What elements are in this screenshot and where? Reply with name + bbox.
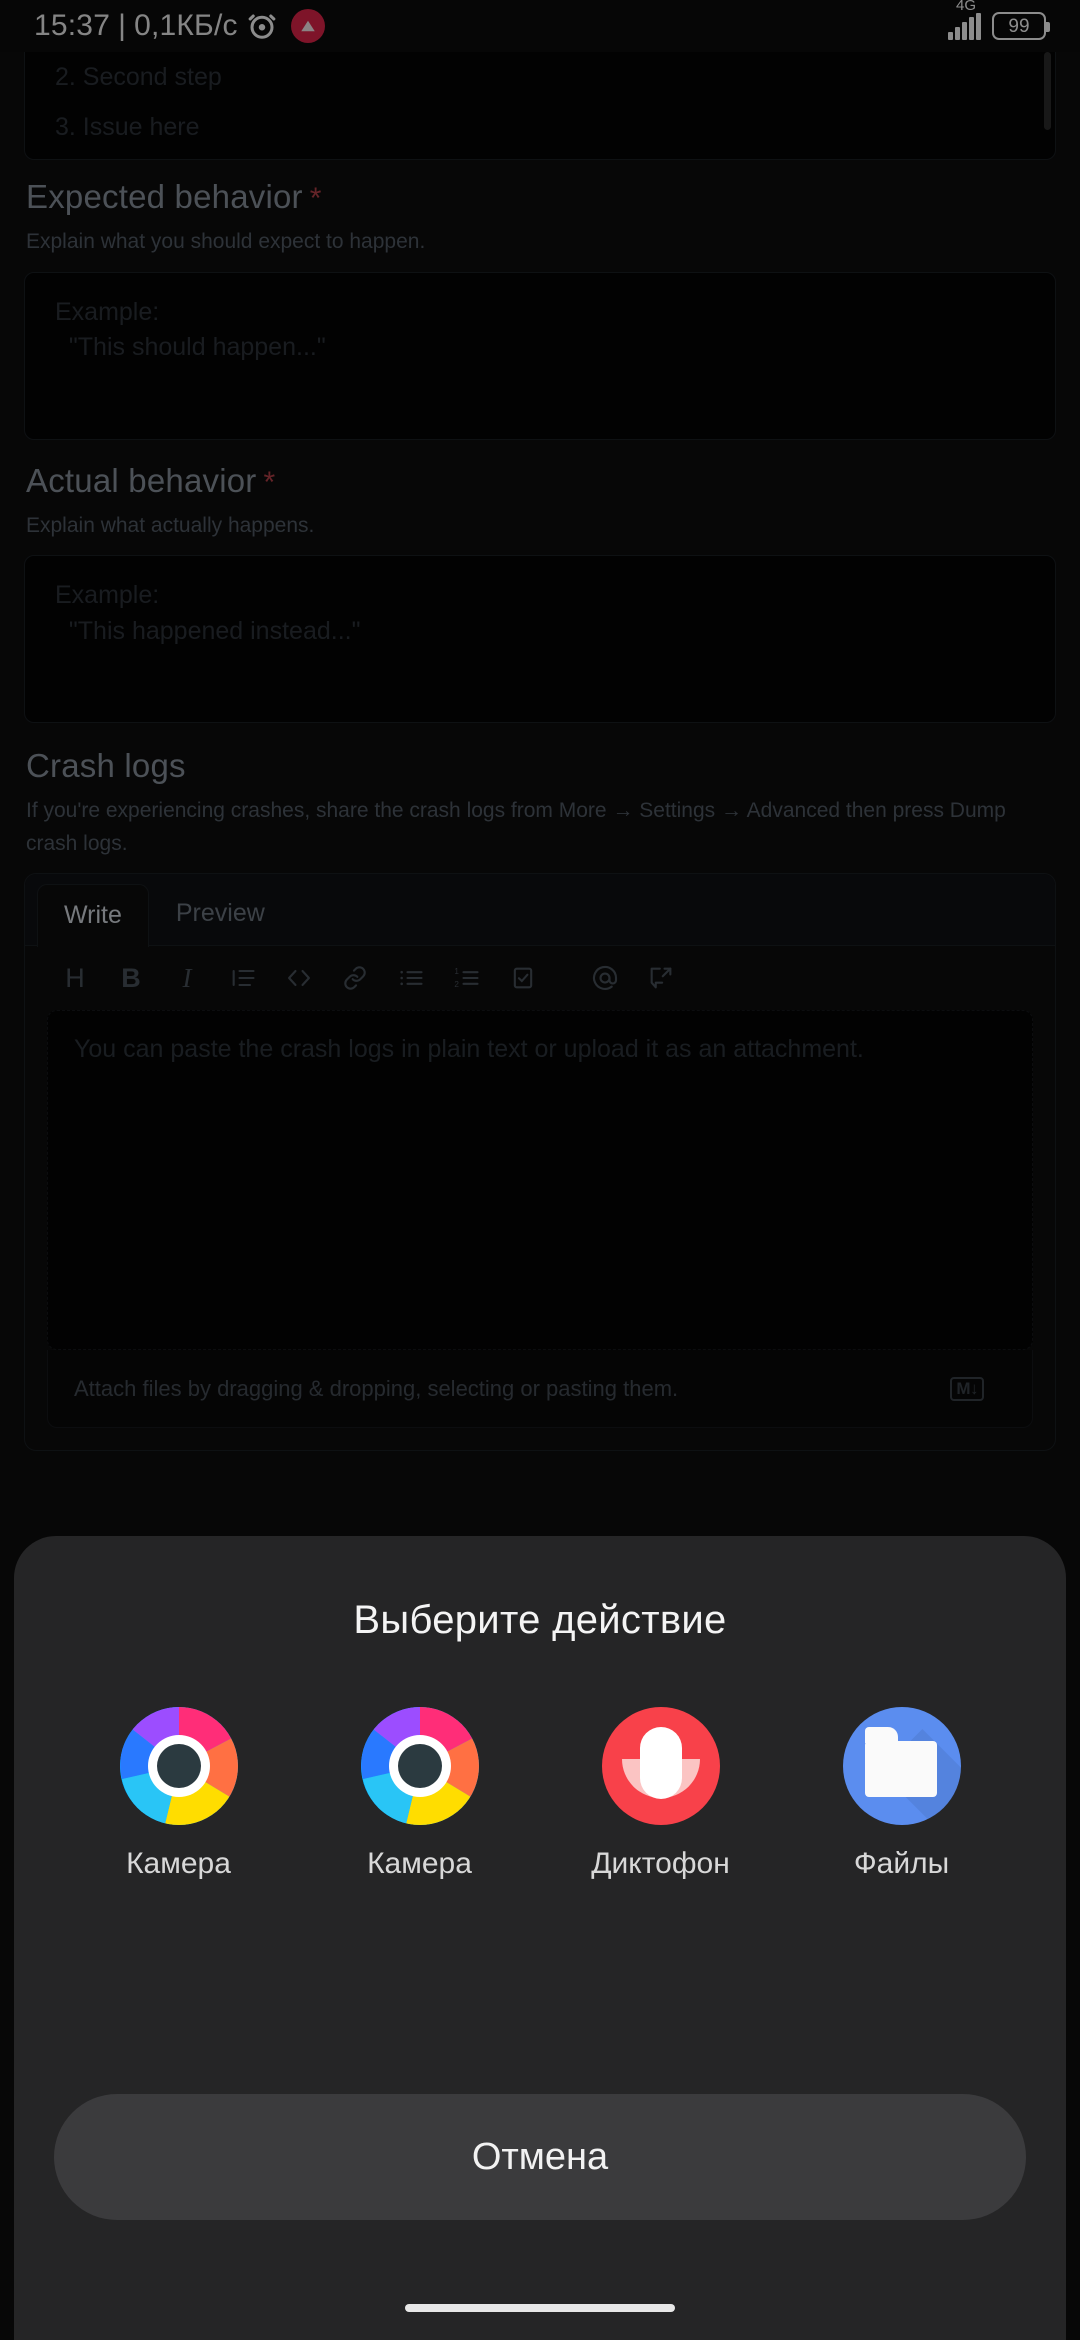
app-item-camera-2[interactable]: Камера <box>325 1707 515 1881</box>
app-item-camera-1[interactable]: Камера <box>84 1707 274 1881</box>
app-label: Файлы <box>853 1847 950 1880</box>
voice-recorder-icon <box>601 1707 720 1825</box>
camera-aperture-icon <box>119 1707 238 1825</box>
sheet-title: Выберите действие <box>353 1598 727 1642</box>
app-label: Диктофон <box>591 1847 730 1880</box>
cancel-button[interactable]: Отмена <box>54 2094 1026 2220</box>
camera-aperture-icon <box>360 1707 479 1825</box>
navigation-gesture-pill[interactable] <box>405 2304 675 2312</box>
app-label: Камера <box>126 1847 231 1880</box>
app-item-recorder[interactable]: Диктофон <box>566 1707 756 1881</box>
app-label: Камера <box>367 1847 472 1880</box>
app-list: Камера Камера Диктофон Файлы <box>14 1707 1066 1881</box>
app-item-files[interactable]: Файлы <box>807 1707 997 1881</box>
files-folder-icon <box>842 1707 961 1825</box>
phone-screen: 15:37 | 0,1КБ/с 4G 99 2. Second step 3. … <box>0 0 1080 2340</box>
action-chooser-sheet: Выберите действие Камера Камера Диктофон… <box>14 1536 1066 2340</box>
